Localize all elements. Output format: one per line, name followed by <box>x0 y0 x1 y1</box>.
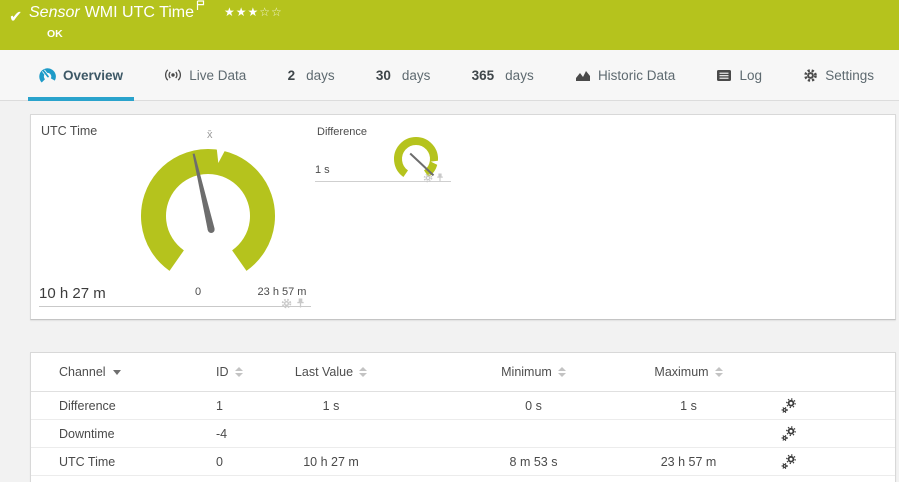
cell-id: -4 <box>216 426 228 441</box>
cell-channel: Downtime <box>59 426 115 441</box>
cell-minimum: 0 s <box>525 398 542 413</box>
table-header-row: Channel ID Last Value Minimum Maximum <box>31 353 895 392</box>
tab-365-days-number: 365 <box>471 67 495 83</box>
sort-icon <box>359 367 368 377</box>
tab-30-days[interactable]: 30 days <box>365 50 442 100</box>
tab-historic-data-label: Historic Data <box>597 67 676 83</box>
channels-table-panel: Channel ID Last Value Minimum Maximum Di… <box>30 352 896 482</box>
gauge-difference-gear-icon[interactable] <box>423 170 433 188</box>
page-title: Sensor WMI UTC Time <box>29 0 205 22</box>
tab-30-days-label: days <box>401 67 431 83</box>
column-header-last-value-label: Last Value <box>294 365 354 379</box>
gauge-utc-title: UTC Time <box>41 124 98 138</box>
gauge-utc-scale-min: 0 <box>194 286 202 298</box>
tab-overview-label: Overview <box>63 67 124 83</box>
cell-id: 0 <box>216 454 223 469</box>
tab-settings[interactable]: Settings <box>792 50 885 100</box>
tab-historic-data[interactable]: Historic Data <box>564 50 686 100</box>
sensor-header: ✔ Sensor WMI UTC Time ★★★☆☆ OK <box>0 0 899 50</box>
column-header-minimum[interactable]: Minimum <box>476 365 591 379</box>
utc-time-gauge <box>141 146 275 271</box>
sort-desc-icon <box>112 369 121 375</box>
column-header-maximum-label: Maximum <box>654 365 709 379</box>
channel-settings-icon[interactable] <box>781 425 803 442</box>
tab-log-label: Log <box>739 67 762 83</box>
gauge-difference-value: 1 s <box>315 164 330 176</box>
cell-maximum: 23 h 57 m <box>660 454 717 469</box>
gauge-utc-pin-icon[interactable] <box>296 296 305 314</box>
table-row-utc-time: UTC Time 0 10 h 27 m 8 m 53 s 23 h 57 m <box>31 448 895 476</box>
tab-30-days-number: 30 <box>375 67 391 83</box>
column-header-maximum[interactable]: Maximum <box>631 365 746 379</box>
status-badge: OK <box>47 28 63 40</box>
sort-icon <box>557 367 566 377</box>
sensor-kind-label: Sensor <box>29 4 80 21</box>
tab-365-days[interactable]: 365 days <box>461 50 545 100</box>
tab-bar: Overview Live Data 2 days 30 days 365 da… <box>0 50 899 101</box>
cell-minimum: 8 m 53 s <box>509 454 558 469</box>
column-header-channel[interactable]: Channel <box>59 365 216 379</box>
log-list-icon <box>716 69 732 82</box>
gear-icon <box>803 68 818 83</box>
cell-id: 1 <box>216 398 223 413</box>
sort-icon <box>714 367 723 377</box>
channel-settings-icon[interactable] <box>781 397 803 414</box>
tab-settings-label: Settings <box>825 67 874 83</box>
tab-live-data-label: Live Data <box>189 67 247 83</box>
cell-last-value: 10 h 27 m <box>303 454 359 469</box>
tab-2-days-label: days <box>306 67 335 83</box>
cell-maximum: 1 s <box>680 398 697 413</box>
table-row-downtime: Downtime -4 <box>31 420 895 448</box>
status-ok-check-icon: ✔ <box>9 9 23 26</box>
gauge-utc-gear-icon[interactable] <box>281 296 292 314</box>
tab-2-days-number: 2 <box>287 67 296 83</box>
column-header-id[interactable]: ID <box>216 365 276 379</box>
gauge-icon <box>39 67 56 84</box>
area-chart-icon <box>575 68 591 83</box>
stars-empty: ☆☆ <box>259 5 283 19</box>
gauge-difference-pin-icon[interactable] <box>436 170 444 188</box>
prtg-sensor-page: ✔ SensorWMI UTC Time ★★★☆☆ OK Overview <box>0 0 899 482</box>
cell-channel: UTC Time <box>59 454 116 469</box>
gauge-utc-value: 10 h 27 m <box>39 285 106 302</box>
cell-last-value: 1 s <box>322 398 340 413</box>
tab-live-data[interactable]: Live Data <box>153 50 257 100</box>
sort-icon <box>234 367 243 377</box>
gauge-difference-title: Difference <box>317 126 367 138</box>
sensor-name: WMI UTC Time <box>84 4 195 21</box>
flag-icon[interactable] <box>196 0 205 15</box>
gauge-utc-underline <box>39 306 311 307</box>
column-header-id-label: ID <box>216 365 229 379</box>
broadcast-icon <box>164 67 182 83</box>
table-row-difference: Difference 1 1 s 0 s 1 s <box>31 392 895 420</box>
stars-filled: ★★★ <box>224 5 260 19</box>
column-header-minimum-label: Minimum <box>501 365 552 379</box>
overview-gauges-panel: UTC Time x̄ 10 h 27 m 0 23 h 57 m Differ… <box>30 114 896 320</box>
tab-overview[interactable]: Overview <box>28 50 135 101</box>
tab-365-days-label: days <box>505 67 534 83</box>
cell-channel: Difference <box>59 398 116 413</box>
channel-settings-icon[interactable] <box>781 453 803 470</box>
column-header-channel-label: Channel <box>59 365 106 379</box>
tab-log[interactable]: Log <box>705 50 773 100</box>
priority-stars[interactable]: ★★★☆☆ <box>224 5 283 19</box>
column-header-last-value[interactable]: Last Value <box>276 365 386 379</box>
tab-2-days[interactable]: 2 days <box>277 50 346 100</box>
